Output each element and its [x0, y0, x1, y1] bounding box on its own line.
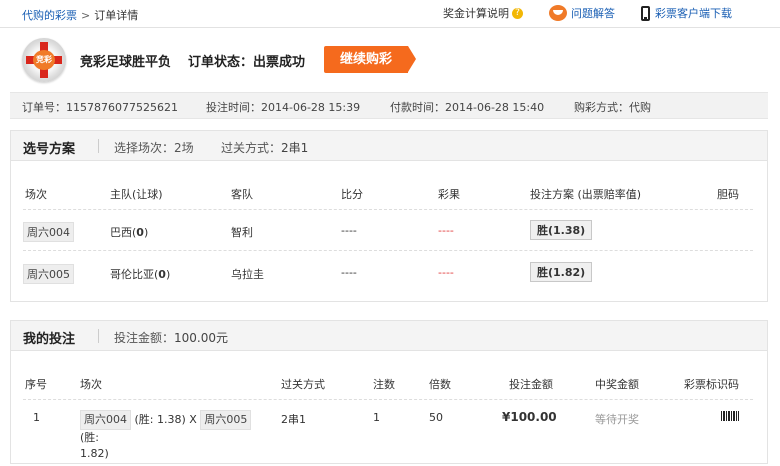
client-download-link[interactable]: 彩票客户端下载: [641, 5, 732, 21]
multiple: 50: [429, 411, 443, 424]
bet-odds: 胜(1.82): [530, 262, 593, 282]
col-match: 场次: [80, 378, 102, 391]
bonus-rules-link[interactable]: 奖金计算说明?: [443, 5, 523, 21]
question-icon: ?: [512, 7, 523, 19]
bet-amount: 投注金额：100.00元: [114, 331, 229, 345]
my-bet-panel-header: 我的投注 投注金额：100.00元: [11, 321, 767, 351]
bonus-rules-label: 奖金计算说明: [443, 7, 509, 20]
col-prize: 中奖金额: [595, 378, 639, 391]
selection-panel: 选号方案 选择场次：2场 过关方式：2串1 场次 主队(让球) 客队 比分 彩果…: [10, 130, 768, 302]
score: ----: [341, 266, 357, 279]
col-home: 主队(让球): [110, 188, 163, 201]
result: ----: [438, 266, 454, 279]
match-tag: 周六005: [23, 264, 74, 284]
my-bet-title: 我的投注: [23, 332, 76, 347]
seq: 1: [33, 411, 40, 424]
order-status: 订单状态：出票成功: [188, 51, 305, 70]
top-links: 奖金计算说明? 问题解答 彩票客户端下载: [443, 5, 732, 21]
col-bets: 注数: [373, 378, 395, 391]
col-pass: 过关方式: [281, 378, 325, 391]
home-team: 巴西(0): [110, 226, 149, 239]
col-bet-plan: 投注方案 (出票赔率值): [530, 188, 642, 201]
breadcrumb: 代购的彩票 > 订单详情: [22, 7, 138, 23]
away-team: 智利: [231, 226, 253, 239]
col-away: 客队: [231, 188, 253, 201]
phone-icon: [641, 5, 650, 21]
bet-time: 投注时间：2014-06-28 15:39: [206, 101, 361, 114]
breadcrumb-current: 订单详情: [94, 9, 139, 22]
selection-panel-header: 选号方案 选择场次：2场 过关方式：2串1: [11, 131, 767, 161]
buy-method: 购彩方式：代购: [574, 101, 651, 114]
client-download-label[interactable]: 彩票客户端下载: [655, 5, 732, 21]
status-value: 出票成功: [253, 55, 306, 70]
col-multiple: 倍数: [429, 378, 451, 391]
col-match: 场次: [25, 188, 47, 201]
order-info-bar: 订单号：1157876077525621 投注时间：2014-06-28 15:…: [10, 92, 768, 119]
bet-amount-value: ¥100.00: [502, 410, 557, 424]
order-number: 订单号：1157876077525621: [22, 101, 178, 114]
continue-buy-button[interactable]: 继续购彩: [324, 46, 416, 73]
home-team: 哥伦比亚(0): [110, 268, 171, 281]
selection-title: 选号方案: [23, 142, 76, 157]
status-label: 订单状态：: [188, 55, 254, 70]
pass-type: 过关方式：2串1: [221, 141, 309, 155]
pay-time: 付款时间：2014-06-28 15:40: [390, 101, 545, 114]
breadcrumb-link-purchased[interactable]: 代购的彩票: [22, 9, 77, 22]
match-tag: 周六004: [80, 410, 131, 430]
away-team: 乌拉圭: [231, 268, 264, 281]
faq-label[interactable]: 问题解答: [571, 5, 615, 21]
order-header: 竞彩 竞彩足球胜平负 订单状态：出票成功 继续购彩: [0, 28, 780, 90]
logo-text: 竞彩: [33, 50, 55, 70]
bet-matches: 周六004 (胜: 1.38) X 周六005 (胜: 1.82): [80, 410, 270, 462]
faq-link[interactable]: 问题解答: [549, 5, 615, 21]
barcode-icon[interactable]: [721, 411, 739, 421]
match-tag: 周六005: [200, 410, 252, 430]
col-seq: 序号: [25, 378, 47, 391]
bet-count: 1: [373, 411, 380, 424]
match-count: 选择场次：2场: [114, 141, 194, 155]
top-bar: 代购的彩票 > 订单详情 奖金计算说明? 问题解答 彩票客户端下载: [0, 0, 780, 28]
pass-type: 2串1: [281, 413, 306, 426]
score: ----: [341, 224, 357, 237]
breadcrumb-separator: >: [81, 9, 91, 22]
lottery-logo: 竞彩: [22, 38, 66, 82]
match-tag: 周六004: [23, 222, 74, 242]
my-bet-panel: 我的投注 投注金额：100.00元 序号 场次 过关方式 注数 倍数 投注金额 …: [10, 320, 768, 464]
result: ----: [438, 224, 454, 237]
prize-status: 等待开奖: [595, 413, 639, 426]
col-result: 彩果: [438, 188, 460, 201]
col-banker: 胆码: [717, 188, 739, 201]
col-ticket-id: 彩票标识码: [684, 378, 739, 391]
smiley-icon: [549, 5, 567, 21]
col-score: 比分: [341, 188, 363, 201]
bet-odds: 胜(1.38): [530, 220, 593, 240]
lottery-title: 竞彩足球胜平负: [80, 55, 172, 70]
col-amount: 投注金额: [509, 378, 553, 391]
